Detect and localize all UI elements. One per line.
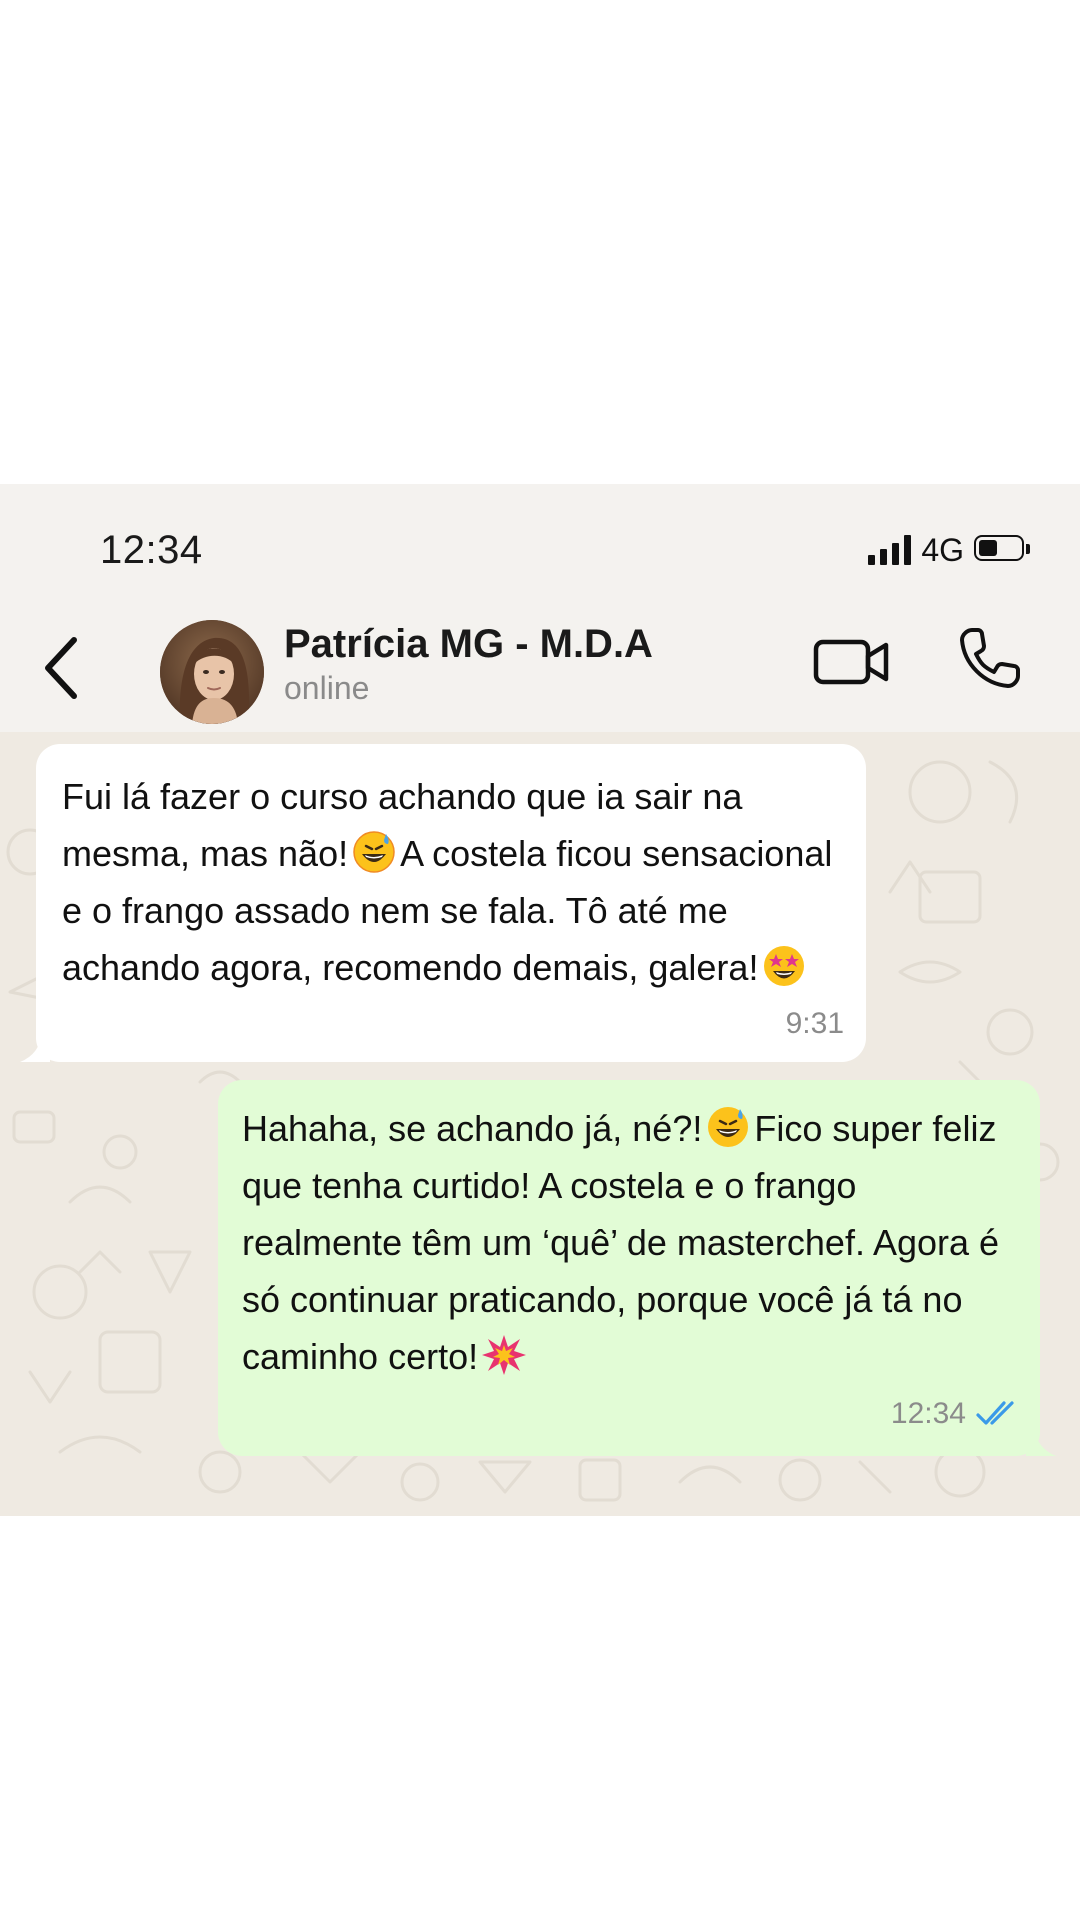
star-struck-emoji-icon [764, 946, 805, 986]
status-bar: 12:34 4G [0, 484, 1080, 604]
video-call-icon[interactable] [812, 630, 892, 692]
double-check-icon [976, 1400, 1014, 1425]
chat-area[interactable]: Fui lá fazer o curso achando que ia sair… [0, 732, 1080, 1516]
status-time: 12:34 [100, 528, 203, 572]
grinning-sweat-emoji-icon [708, 1107, 749, 1147]
message-text: Fui lá fazer o curso achando que ia sair… [62, 768, 840, 996]
message-time: 9:31 [785, 1007, 844, 1040]
contact-status: online [284, 670, 370, 706]
message-meta: 12:34 [891, 1385, 1022, 1442]
phone-call-icon[interactable] [956, 624, 1024, 692]
grinning-sweat-emoji-icon [353, 831, 395, 873]
avatar[interactable] [160, 620, 264, 724]
back-arrow-icon[interactable] [38, 632, 88, 704]
message-meta: 9:31 [786, 995, 844, 1052]
battery-icon [974, 535, 1030, 565]
chat-header: Patrícia MG - M.D.A online [0, 604, 1080, 732]
avatar-photo-icon [160, 620, 264, 724]
message-text-part: Hahaha, se achando já, né?! [242, 1108, 703, 1149]
incoming-message-bubble[interactable]: Fui lá fazer o curso achando que ia sair… [20, 744, 866, 1062]
contact-name[interactable]: Patrícia MG - M.D.A [284, 622, 653, 667]
phone-screen: 12:34 4G Patrícia MG - M.D.A online Fui … [0, 484, 1080, 1516]
network-type: 4G [921, 531, 964, 568]
collision-emoji-icon [482, 1335, 527, 1375]
status-icons: 4G [868, 528, 1030, 572]
bubble-tail-icon [1026, 1426, 1056, 1456]
message-text: Hahaha, se achando já, né?! Fico super f… [242, 1100, 1018, 1385]
bubble-tail-icon [20, 1032, 50, 1062]
message-time: 12:34 [890, 1397, 966, 1430]
signal-icon [868, 535, 912, 565]
outgoing-message-bubble[interactable]: Hahaha, se achando já, né?! Fico super f… [218, 1080, 1056, 1456]
